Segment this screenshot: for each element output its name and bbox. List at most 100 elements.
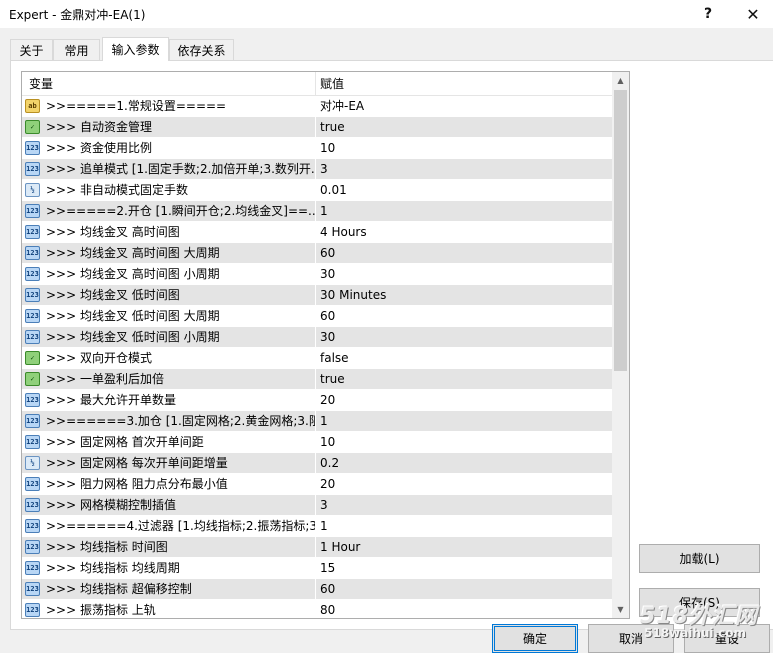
parameter-value[interactable]: 60: [316, 243, 612, 263]
parameter-value[interactable]: 80: [316, 600, 612, 618]
list-header: 变量 赋值: [22, 72, 612, 96]
parameter-list[interactable]: 变量 赋值 ab >>=====1.常规设置===== 对冲-EA ✓ >>> 自动资金…: [21, 71, 630, 619]
int-type-icon: 123: [25, 582, 40, 596]
parameter-name-cell[interactable]: 123 >>> 均线指标 超偏移控制: [22, 579, 315, 599]
parameter-value[interactable]: 15: [316, 558, 612, 578]
parameter-value[interactable]: 60: [316, 579, 612, 599]
parameter-row[interactable]: 123 >>> 固定网格 首次开单间距 10: [22, 432, 612, 453]
parameter-name: >>> 双向开仓模式: [46, 351, 152, 365]
parameter-name-cell[interactable]: 123 >>======4.过滤器 [1.均线指标;2.振荡指标;3....: [22, 516, 315, 536]
parameter-value[interactable]: 3: [316, 495, 612, 515]
parameter-row[interactable]: 123 >>> 均线指标 时间图 1 Hour: [22, 537, 612, 558]
parameter-name-cell[interactable]: ½ >>> 非自动模式固定手数: [22, 180, 315, 200]
help-button[interactable]: ?: [686, 0, 730, 28]
parameter-name-cell[interactable]: 123 >>======3.加仓 [1.固定网格;2.黄金网格;3.阻...: [22, 411, 315, 431]
vertical-scrollbar[interactable]: ▲ ▼: [612, 72, 629, 618]
parameter-value[interactable]: false: [316, 348, 612, 368]
parameter-name-cell[interactable]: 123 >>> 均线金叉 低时间图: [22, 285, 315, 305]
parameter-name-cell[interactable]: 123 >>> 最大允许开单数量: [22, 390, 315, 410]
tab-inputs[interactable]: 输入参数: [102, 37, 169, 61]
parameter-name-cell[interactable]: 123 >>> 均线金叉 低时间图 大周期: [22, 306, 315, 326]
parameter-name-cell[interactable]: 123 >>=====2.开仓 [1.瞬间开仓;2.均线金叉]==...: [22, 201, 315, 221]
parameter-name-cell[interactable]: 123 >>> 均线指标 时间图: [22, 537, 315, 557]
parameter-row[interactable]: 123 >>> 均线指标 超偏移控制 60: [22, 579, 612, 600]
parameter-value[interactable]: 1: [316, 516, 612, 536]
parameter-row[interactable]: 123 >>> 振荡指标 上轨 80: [22, 600, 612, 618]
parameter-value[interactable]: 30: [316, 264, 612, 284]
parameter-row[interactable]: 123 >>> 网格模糊控制插值 3: [22, 495, 612, 516]
parameter-row[interactable]: 123 >>> 均线金叉 低时间图 30 Minutes: [22, 285, 612, 306]
parameter-row[interactable]: 123 >>> 阻力网格 阻力点分布最小值 20: [22, 474, 612, 495]
parameter-name-cell[interactable]: 123 >>> 均线金叉 高时间图 大周期: [22, 243, 315, 263]
parameter-value[interactable]: 4 Hours: [316, 222, 612, 242]
parameter-value[interactable]: 60: [316, 306, 612, 326]
column-divider[interactable]: [315, 72, 316, 96]
parameter-name-cell[interactable]: 123 >>> 均线金叉 高时间图: [22, 222, 315, 242]
parameter-value[interactable]: 20: [316, 474, 612, 494]
save-button[interactable]: 保存(S): [639, 588, 760, 617]
parameter-row[interactable]: 123 >>> 资金使用比例 10: [22, 138, 612, 159]
parameter-name: >>> 均线金叉 低时间图: [46, 288, 180, 302]
parameter-name-cell[interactable]: ✓ >>> 双向开仓模式: [22, 348, 315, 368]
parameter-row[interactable]: 123 >>> 均线金叉 高时间图 4 Hours: [22, 222, 612, 243]
parameter-value[interactable]: true: [316, 369, 612, 389]
parameter-row[interactable]: 123 >>> 均线金叉 低时间图 大周期 60: [22, 306, 612, 327]
parameter-name-cell[interactable]: ✓ >>> 一单盈利后加倍: [22, 369, 315, 389]
parameter-value[interactable]: 0.2: [316, 453, 612, 473]
parameter-row[interactable]: 123 >>> 均线金叉 高时间图 小周期 30: [22, 264, 612, 285]
parameter-value[interactable]: 1: [316, 411, 612, 431]
tab-dependencies[interactable]: 依存关系: [169, 39, 234, 60]
parameter-value[interactable]: 20: [316, 390, 612, 410]
parameter-name: >>======4.过滤器 [1.均线指标;2.振荡指标;3....: [46, 519, 315, 533]
parameter-row[interactable]: 123 >>> 均线指标 均线周期 15: [22, 558, 612, 579]
scroll-down-arrow-icon[interactable]: ▼: [612, 601, 629, 618]
close-button[interactable]: ✕: [731, 0, 773, 28]
parameter-value[interactable]: true: [316, 117, 612, 137]
parameter-row[interactable]: 123 >>======4.过滤器 [1.均线指标;2.振荡指标;3.... 1: [22, 516, 612, 537]
parameter-name-cell[interactable]: 123 >>> 阻力网格 阻力点分布最小值: [22, 474, 315, 494]
parameter-value[interactable]: 1 Hour: [316, 537, 612, 557]
parameter-row[interactable]: 123 >>> 均线金叉 低时间图 小周期 30: [22, 327, 612, 348]
parameter-name-cell[interactable]: 123 >>> 均线金叉 高时间图 小周期: [22, 264, 315, 284]
parameter-value[interactable]: 30: [316, 327, 612, 347]
parameter-row[interactable]: ½ >>> 非自动模式固定手数 0.01: [22, 180, 612, 201]
parameter-row[interactable]: 123 >>> 追单模式 [1.固定手数;2.加倍开单;3.数列开... 3: [22, 159, 612, 180]
parameter-row[interactable]: ½ >>> 固定网格 每次开单间距增量 0.2: [22, 453, 612, 474]
parameter-row[interactable]: ab >>=====1.常规设置===== 对冲-EA: [22, 96, 612, 117]
parameter-name: >>> 均线指标 均线周期: [46, 561, 180, 575]
parameter-row[interactable]: ✓ >>> 一单盈利后加倍 true: [22, 369, 612, 390]
parameter-name-cell[interactable]: 123 >>> 均线指标 均线周期: [22, 558, 315, 578]
scroll-thumb[interactable]: [614, 90, 627, 371]
parameter-name-cell[interactable]: ab >>=====1.常规设置=====: [22, 96, 315, 116]
parameter-name: >>> 均线指标 超偏移控制: [46, 582, 192, 596]
parameter-row[interactable]: 123 >>=====2.开仓 [1.瞬间开仓;2.均线金叉]==... 1: [22, 201, 612, 222]
parameter-row[interactable]: 123 >>> 最大允许开单数量 20: [22, 390, 612, 411]
parameter-name: >>======3.加仓 [1.固定网格;2.黄金网格;3.阻...: [46, 414, 315, 428]
scroll-up-arrow-icon[interactable]: ▲: [612, 72, 629, 89]
parameter-name-cell[interactable]: 123 >>> 追单模式 [1.固定手数;2.加倍开单;3.数列开...: [22, 159, 315, 179]
parameter-value[interactable]: 10: [316, 432, 612, 452]
load-button[interactable]: 加载(L): [639, 544, 760, 573]
parameter-name-cell[interactable]: 123 >>> 均线金叉 低时间图 小周期: [22, 327, 315, 347]
parameter-value[interactable]: 30 Minutes: [316, 285, 612, 305]
parameter-name-cell[interactable]: 123 >>> 资金使用比例: [22, 138, 315, 158]
parameter-name-cell[interactable]: 123 >>> 网格模糊控制插值: [22, 495, 315, 515]
parameter-row[interactable]: 123 >>> 均线金叉 高时间图 大周期 60: [22, 243, 612, 264]
parameter-value[interactable]: 对冲-EA: [316, 96, 612, 116]
tab-common[interactable]: 常用: [53, 39, 100, 60]
parameter-name-cell[interactable]: ½ >>> 固定网格 每次开单间距增量: [22, 453, 315, 473]
tab-about[interactable]: 关于: [10, 39, 53, 60]
parameter-value[interactable]: 10: [316, 138, 612, 158]
parameter-value[interactable]: 0.01: [316, 180, 612, 200]
column-header-variable[interactable]: 变量: [29, 72, 53, 96]
parameter-name-cell[interactable]: 123 >>> 固定网格 首次开单间距: [22, 432, 315, 452]
parameter-row[interactable]: ✓ >>> 自动资金管理 true: [22, 117, 612, 138]
parameter-name-cell[interactable]: ✓ >>> 自动资金管理: [22, 117, 315, 137]
parameter-row[interactable]: ✓ >>> 双向开仓模式 false: [22, 348, 612, 369]
parameter-row[interactable]: 123 >>======3.加仓 [1.固定网格;2.黄金网格;3.阻... 1: [22, 411, 612, 432]
int-type-icon: 123: [25, 519, 40, 533]
parameter-value[interactable]: 3: [316, 159, 612, 179]
parameter-name-cell[interactable]: 123 >>> 振荡指标 上轨: [22, 600, 315, 618]
parameter-value[interactable]: 1: [316, 201, 612, 221]
column-header-value[interactable]: 赋值: [320, 72, 344, 96]
